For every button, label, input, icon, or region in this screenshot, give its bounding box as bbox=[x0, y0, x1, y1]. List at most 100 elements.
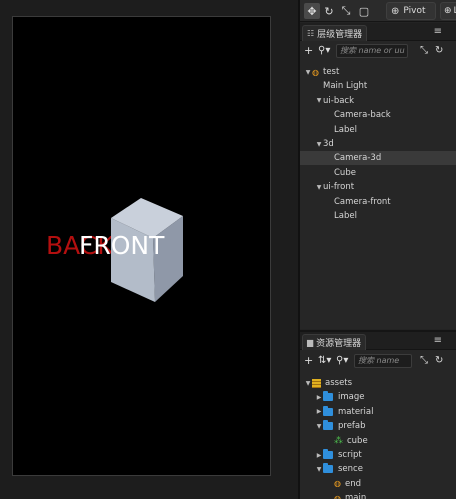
assets-tools: + ⇅▾ ⚲▾ 搜索 name ⤡ ↻ bbox=[300, 351, 456, 371]
tree-row-label: Cube bbox=[334, 167, 356, 178]
scene-icon: ◍ bbox=[334, 479, 341, 489]
tab-assets[interactable]: ▆ 资源管理器 bbox=[302, 334, 367, 350]
search-filter-icon[interactable]: ⚲▾ bbox=[336, 354, 348, 368]
tab-hierarchy[interactable]: ☷ 层级管理器 bbox=[302, 25, 368, 41]
tree-row[interactable]: ▼ prefab bbox=[300, 419, 456, 433]
expand-arrow-icon[interactable]: ▼ bbox=[304, 380, 312, 387]
tree-row[interactable]: Main Light bbox=[300, 79, 456, 93]
tree-row-label: material bbox=[338, 406, 374, 417]
game-viewport[interactable]: BACK FRONT bbox=[12, 16, 271, 476]
globe-icon: ⊕ bbox=[444, 6, 452, 16]
tree-row[interactable]: ▼ assets bbox=[300, 376, 456, 390]
assets-search-input[interactable]: 搜索 name bbox=[354, 354, 412, 368]
hierarchy-icon: ☷ bbox=[307, 29, 315, 38]
expand-arrow-icon[interactable]: ▼ bbox=[315, 184, 323, 191]
pivot-icon: ⊕ bbox=[391, 5, 400, 17]
refresh-icon[interactable]: ↻ bbox=[435, 44, 443, 58]
tree-row[interactable]: ◍ main bbox=[300, 491, 456, 499]
tree-row-label: script bbox=[338, 450, 362, 460]
tree-row[interactable]: ◍ end bbox=[300, 477, 456, 491]
move-tool-icon[interactable]: ✥ bbox=[304, 3, 320, 19]
tree-row[interactable]: Cube bbox=[300, 166, 456, 180]
tree-row-label: ui-back bbox=[323, 95, 355, 106]
menu-icon[interactable]: ≡ bbox=[434, 26, 442, 37]
right-panels: ✥ ↻ ⤡ ▢ ⊕ Pivot ⊕ L ☷ 层级管理器 ≡ + ⚲▾ 搜索 na… bbox=[300, 0, 456, 499]
folder-icon bbox=[323, 420, 333, 431]
menu-icon[interactable]: ≡ bbox=[434, 335, 442, 346]
tree-row[interactable]: ▶ material bbox=[300, 405, 456, 419]
pivot-button[interactable]: ⊕ Pivot bbox=[386, 2, 436, 20]
local-button[interactable]: ⊕ L bbox=[440, 2, 456, 20]
rotate-tool-icon[interactable]: ↻ bbox=[321, 3, 337, 19]
hierarchy-search-input[interactable]: 搜索 name or uu bbox=[336, 44, 408, 58]
collapse-arrow-icon[interactable]: ▶ bbox=[315, 394, 323, 401]
add-icon[interactable]: + bbox=[304, 44, 313, 58]
expand-arrow-icon[interactable]: ▼ bbox=[315, 141, 323, 148]
tree-row-label: 3d bbox=[323, 139, 334, 149]
hierarchy-tree: ▼ ◍ test Main Light ▼ ui-back Camera-back Label… bbox=[300, 61, 456, 329]
scene-icon: ◍ bbox=[334, 493, 341, 499]
hierarchy-title: 层级管理器 bbox=[317, 30, 363, 40]
assets-header: ▆ 资源管理器 ≡ bbox=[300, 332, 456, 350]
assets-panel: ▆ 资源管理器 ≡ + ⇅▾ ⚲▾ 搜索 name ⤡ ↻ ▼ assets ▶ im… bbox=[300, 330, 456, 499]
tree-row-label: assets bbox=[325, 378, 353, 388]
pivot-label: Pivot bbox=[403, 6, 426, 16]
tree-row-label: image bbox=[338, 392, 365, 403]
folder-icon: ▆ bbox=[307, 338, 314, 347]
refresh-icon[interactable]: ↻ bbox=[435, 354, 443, 368]
scene-panel: BACK FRONT bbox=[0, 0, 298, 499]
tree-row[interactable]: Camera-front bbox=[300, 195, 456, 209]
folder-icon bbox=[323, 463, 333, 474]
collapse-arrow-icon[interactable]: ▶ bbox=[315, 408, 323, 415]
sort-icon[interactable]: ⇅▾ bbox=[318, 354, 331, 368]
collapse-icon[interactable]: ⤡ bbox=[420, 354, 428, 368]
tree-row-label: test bbox=[322, 67, 340, 77]
hierarchy-tools: + ⚲▾ 搜索 name or uu ⤡ ↻ bbox=[300, 41, 456, 61]
folder-icon bbox=[323, 449, 333, 459]
tree-row[interactable]: ▼ sence bbox=[300, 462, 456, 476]
prefab-icon: ⁂ bbox=[334, 435, 343, 446]
tree-row[interactable]: ▼ 3d bbox=[300, 137, 456, 151]
expand-arrow-icon[interactable]: ▼ bbox=[315, 97, 323, 104]
rect-tool-icon[interactable]: ▢ bbox=[356, 3, 372, 19]
tree-row-label: Label bbox=[334, 124, 357, 135]
expand-arrow-icon[interactable]: ▼ bbox=[304, 69, 312, 76]
add-icon[interactable]: + bbox=[304, 354, 313, 368]
tree-row-label: Camera-front bbox=[334, 196, 391, 207]
folder-icon bbox=[323, 391, 333, 402]
expand-arrow-icon[interactable]: ▼ bbox=[315, 466, 323, 473]
expand-arrow-icon[interactable]: ▼ bbox=[315, 423, 323, 430]
tree-row-label: Camera-3d bbox=[334, 153, 382, 164]
hierarchy-header: ☷ 层级管理器 ≡ bbox=[300, 23, 456, 41]
scene-icon: ◍ bbox=[312, 67, 319, 77]
tree-row[interactable]: ▼ ui-front bbox=[300, 180, 456, 194]
collapse-arrow-icon[interactable]: ▶ bbox=[315, 452, 323, 459]
tree-row[interactable]: Camera-3d bbox=[300, 151, 456, 166]
tree-row[interactable]: ▶ script bbox=[300, 448, 456, 462]
editor-window: BACK FRONT ✥ ↻ ⤡ ▢ ⊕ Pivot ⊕ L bbox=[0, 0, 456, 499]
tree-row[interactable]: Label bbox=[300, 209, 456, 223]
tree-row[interactable]: ▼ ◍ test bbox=[300, 65, 456, 79]
tree-row-label: Main Light bbox=[323, 81, 368, 92]
tree-row-label: cube bbox=[347, 435, 368, 446]
tree-row[interactable]: Label bbox=[300, 123, 456, 137]
tree-row-label: prefab bbox=[338, 421, 366, 432]
tree-row-label: sence bbox=[338, 464, 363, 475]
assets-tree: ▼ assets ▶ image ▶ material ▼ prefab ⁂ cube ▶ scrip… bbox=[300, 373, 456, 499]
tree-row-label: ui-front bbox=[323, 182, 355, 193]
scale-tool-icon[interactable]: ⤡ bbox=[338, 3, 354, 19]
collapse-icon[interactable]: ⤡ bbox=[420, 44, 428, 58]
tree-row[interactable]: ⁂ cube bbox=[300, 434, 456, 448]
search-filter-icon[interactable]: ⚲▾ bbox=[318, 44, 330, 58]
folder-icon bbox=[323, 405, 333, 416]
tree-row-label: main bbox=[344, 493, 367, 499]
tree-row[interactable]: ▼ ui-back bbox=[300, 94, 456, 108]
tree-row-label: Label bbox=[334, 211, 357, 221]
database-icon bbox=[312, 378, 321, 388]
tree-row[interactable]: ▶ image bbox=[300, 390, 456, 404]
tree-row-label: end bbox=[344, 478, 361, 489]
front-text-label: FRONT bbox=[79, 231, 165, 260]
tree-row[interactable]: Camera-back bbox=[300, 108, 456, 122]
assets-title: 资源管理器 bbox=[316, 339, 362, 349]
transform-toolbar: ✥ ↻ ⤡ ▢ ⊕ Pivot ⊕ L bbox=[300, 0, 456, 22]
